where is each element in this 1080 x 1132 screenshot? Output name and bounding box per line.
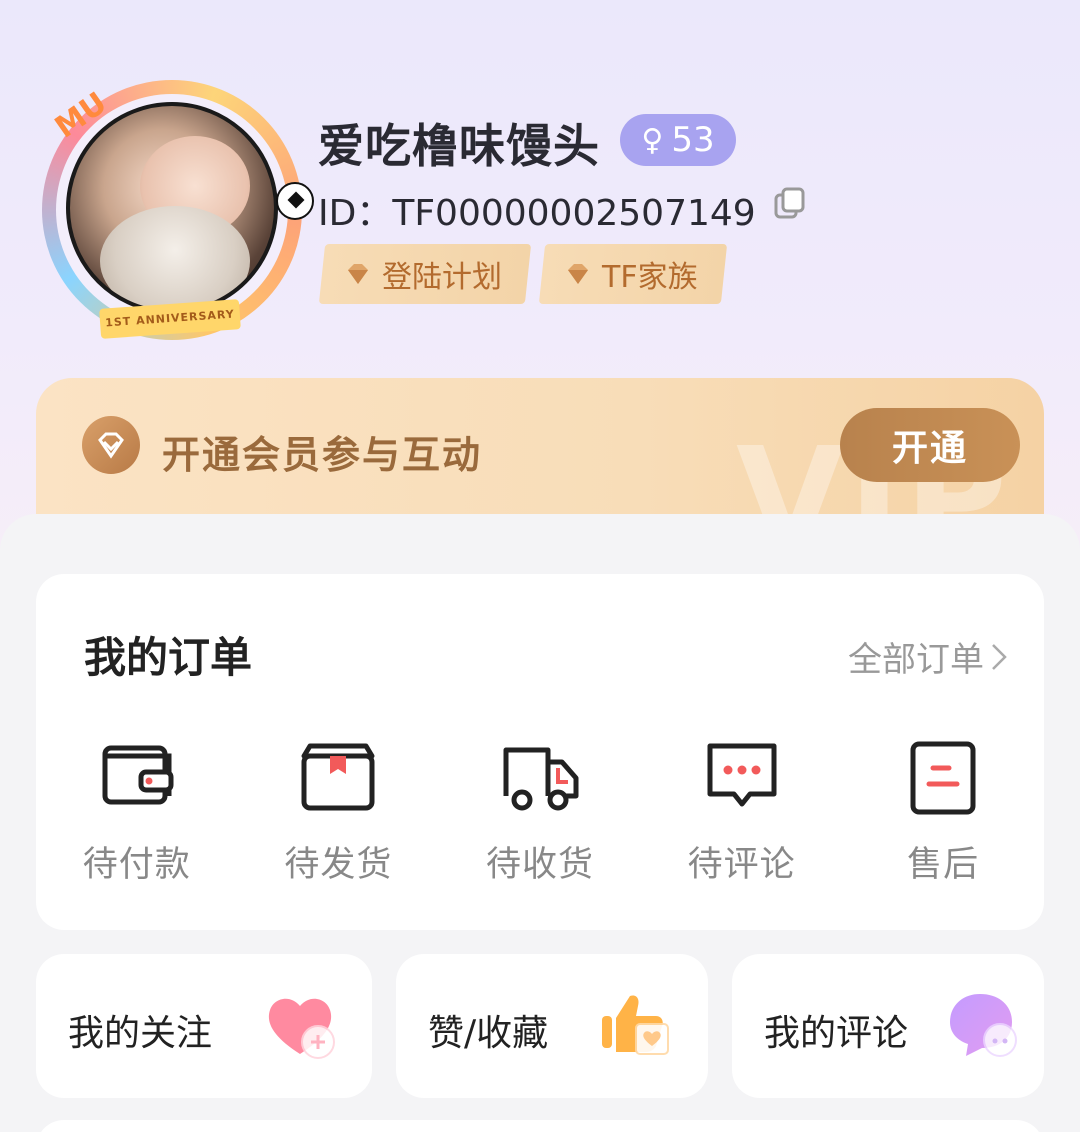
- order-card: 我的订单 全部订单 待付款 待发货 待收货 待评论 售后: [36, 574, 1044, 930]
- username: 爱吃橹味馒头: [318, 119, 600, 173]
- vip-promo-text: 开通会员参与互动: [162, 433, 483, 477]
- truck-icon: [503, 747, 579, 811]
- tag-label: 登陆计划: [382, 260, 502, 295]
- all-orders-link[interactable]: 全部订单: [848, 632, 1008, 681]
- heart-icon: [268, 998, 335, 1059]
- order-item-label: 待收货: [485, 845, 594, 885]
- quick-label: 赞/收藏: [428, 1013, 549, 1054]
- tag-login-plan[interactable]: 登陆计划: [318, 244, 532, 304]
- order-item-label: 售后: [907, 845, 980, 885]
- order-item-pending-payment[interactable]: 待付款: [36, 738, 238, 887]
- order-item-label: 待评论: [687, 845, 796, 885]
- gem-icon: [348, 264, 368, 284]
- level-value: 53: [671, 120, 715, 160]
- vip-open-button[interactable]: 开通: [840, 408, 1020, 482]
- gem-icon: [568, 264, 588, 284]
- order-item-pending-review[interactable]: 待评论: [641, 738, 843, 887]
- copy-icon[interactable]: [772, 186, 808, 222]
- wallet-icon: [102, 745, 174, 805]
- chevron-right-icon: [992, 643, 1007, 670]
- profile-tags: 登陆计划 TF家族: [318, 244, 727, 304]
- vip-banner[interactable]: VIP 开通会员参与互动 开通: [36, 378, 1044, 528]
- quick-likes-favorites[interactable]: 赞/收藏: [396, 954, 708, 1098]
- quick-my-follows[interactable]: 我的关注: [36, 954, 372, 1098]
- order-title: 我的订单: [84, 633, 253, 682]
- quick-my-comments[interactable]: 我的评论: [732, 954, 1044, 1098]
- soccer-ball-icon: [276, 182, 314, 220]
- next-card-peek: [36, 1120, 1044, 1132]
- female-icon: ♀: [641, 122, 664, 158]
- speech-bubble-icon: [950, 994, 1017, 1057]
- box-icon: [301, 743, 375, 811]
- main-panel: 我的订单 全部订单 待付款 待发货 待收货 待评论 售后 我的关注 赞/收藏 我…: [0, 514, 1080, 1132]
- order-item-label: 待发货: [284, 845, 393, 885]
- comment-icon: [707, 743, 777, 807]
- tag-tf-family[interactable]: TF家族: [538, 244, 727, 304]
- avatar-container[interactable]: MU 1ST ANNIVERSARY: [22, 60, 314, 350]
- order-item-pending-receipt[interactable]: 待收货: [439, 738, 641, 887]
- quick-label: 我的评论: [764, 1013, 909, 1054]
- order-status-row: 待付款 待发货 待收货 待评论 售后: [36, 738, 1044, 887]
- level-badge[interactable]: ♀ 53: [620, 114, 736, 166]
- avatar[interactable]: [66, 102, 278, 314]
- user-id: ID：TF00000002507149: [318, 193, 756, 234]
- order-item-after-sales[interactable]: 售后: [842, 738, 1044, 887]
- order-item-pending-shipment[interactable]: 待发货: [238, 738, 440, 887]
- after-sales-icon: [910, 741, 976, 815]
- quick-label: 我的关注: [68, 1013, 213, 1054]
- quick-actions-row: 我的关注 赞/收藏 我的评论: [36, 954, 1044, 1098]
- vip-diamond-icon: [82, 416, 140, 474]
- thumbs-up-icon: [602, 995, 669, 1055]
- tag-label: TF家族: [602, 260, 698, 295]
- order-item-label: 待付款: [82, 845, 191, 885]
- all-orders-label: 全部订单: [848, 640, 984, 680]
- avatar-cat: [100, 206, 250, 310]
